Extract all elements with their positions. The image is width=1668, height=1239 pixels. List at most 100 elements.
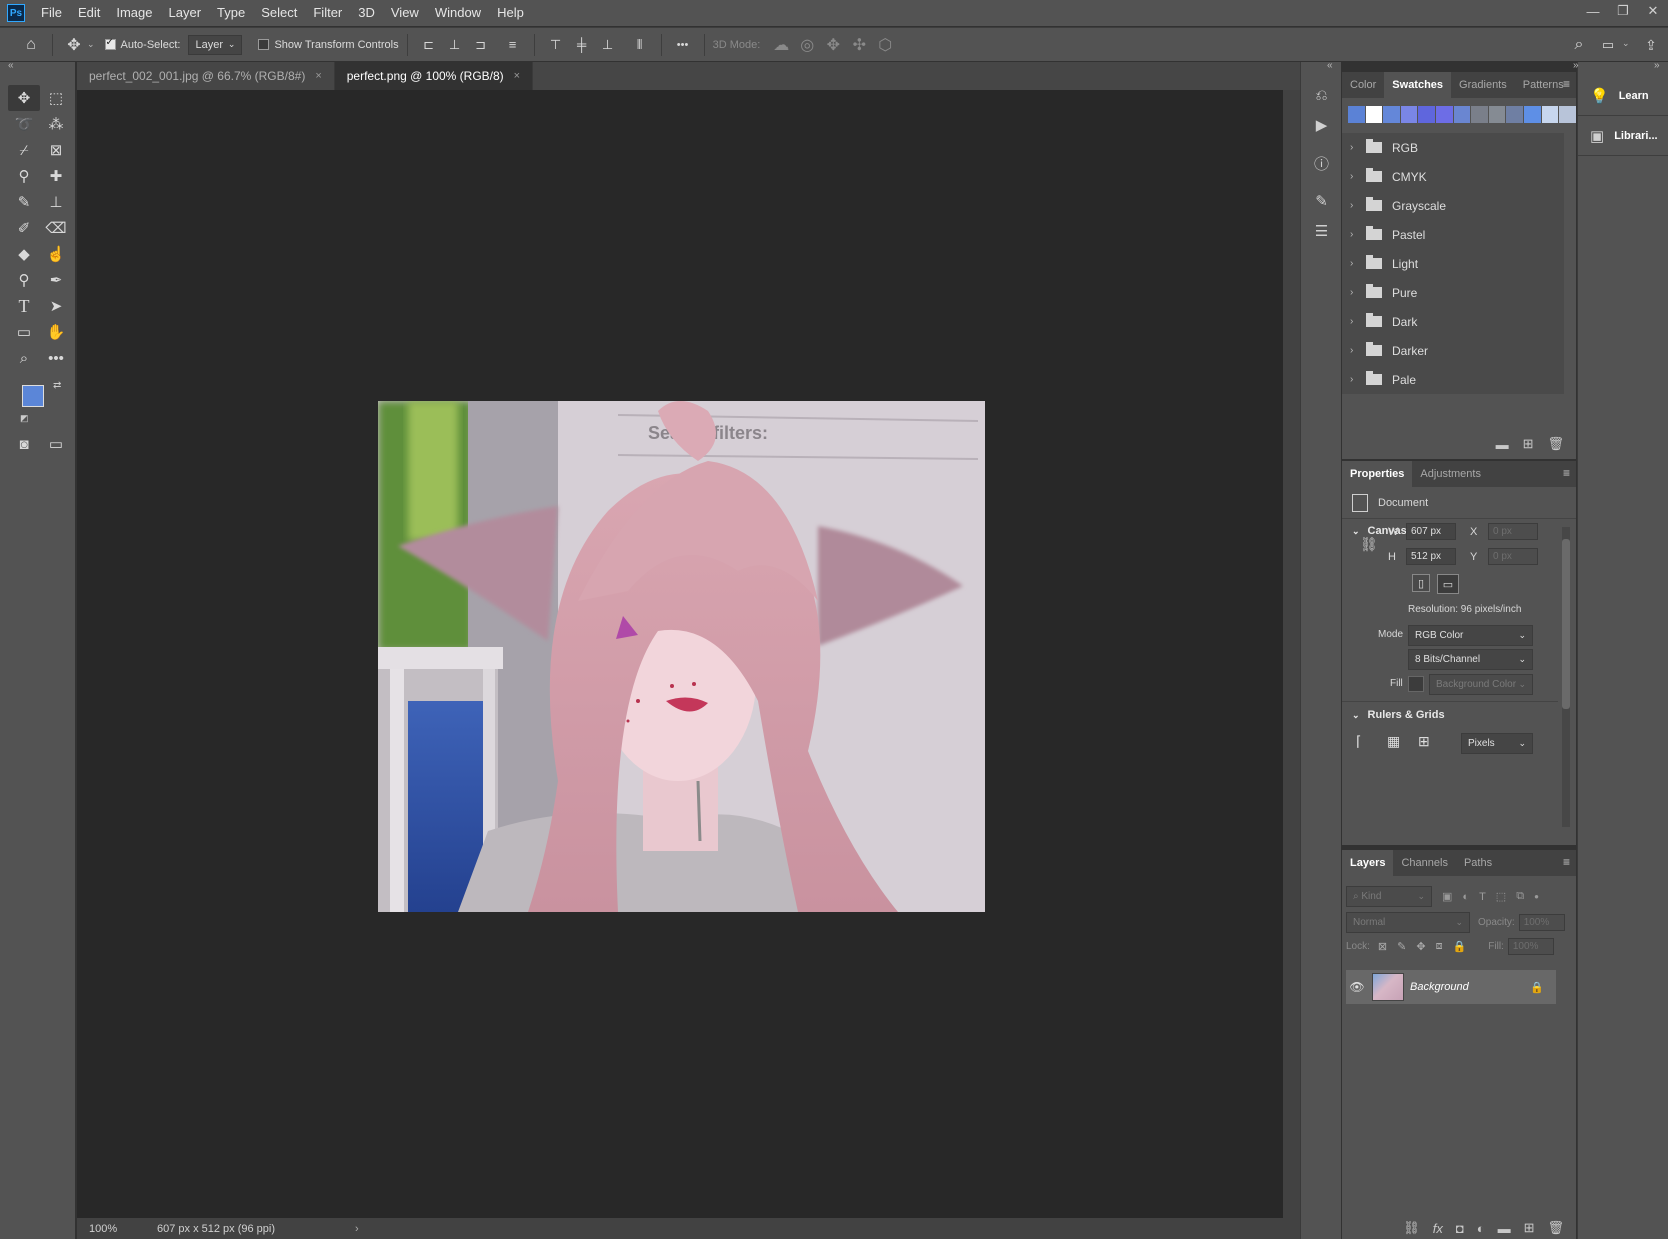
width-field[interactable]: 607 px — [1406, 523, 1456, 540]
color-swatch[interactable] — [1488, 106, 1506, 123]
minimize-button[interactable]: — — [1578, 0, 1608, 22]
vertical-scrollbar[interactable] — [1283, 90, 1300, 1218]
guides-icon[interactable]: ⊞ — [1418, 733, 1430, 750]
filter-shape-icon[interactable]: ⬚ — [1496, 890, 1506, 903]
quick-mask-icon[interactable]: ◙ — [8, 431, 40, 457]
color-swatch[interactable] — [1524, 106, 1541, 123]
add-mask-icon[interactable]: ◘ — [1456, 1221, 1464, 1236]
align-top-icon[interactable]: ⊤ — [543, 32, 569, 58]
close-tab-icon[interactable]: × — [514, 70, 520, 82]
tab-paths[interactable]: Paths — [1456, 850, 1500, 876]
layer-style-fx-icon[interactable]: fx — [1433, 1221, 1443, 1236]
delete-layer-icon[interactable]: 🗑 — [1547, 1220, 1564, 1236]
foreground-color-swatch[interactable] — [22, 385, 44, 407]
tab-adjustments[interactable]: Adjustments — [1412, 461, 1489, 487]
share-icon[interactable]: ⇪ — [1638, 32, 1664, 58]
expand-panels-icon[interactable]: « — [1327, 60, 1333, 71]
workspace-icon[interactable]: ▭ — [1595, 32, 1621, 58]
align-bottom-icon[interactable]: ⊥ — [595, 32, 621, 58]
menu-image[interactable]: Image — [108, 0, 160, 26]
3d-orbit-icon[interactable]: ☁ — [768, 32, 794, 58]
folder-pale[interactable]: › Pale — [1342, 365, 1564, 394]
folder-dark[interactable]: › Dark — [1342, 307, 1564, 336]
preset-chevron-down-icon[interactable]: ⌄ — [87, 39, 95, 50]
move-tool-preset-icon[interactable]: ✥ — [61, 32, 87, 58]
eyedropper-tool-icon[interactable]: ⚲ — [8, 163, 40, 189]
3d-roll-icon[interactable]: ◎ — [794, 32, 820, 58]
properties-scrollbar[interactable] — [1562, 527, 1570, 827]
layer-lock-icon[interactable]: 🔒 — [1530, 981, 1544, 994]
tab-gradients[interactable]: Gradients — [1451, 72, 1515, 98]
pen-tool-icon[interactable]: ✒ — [40, 267, 72, 293]
color-swatch[interactable] — [1453, 106, 1471, 123]
lasso-tool-icon[interactable]: ➰ — [8, 111, 40, 137]
bit-depth-dropdown[interactable]: 8 Bits/Channel ⌄ — [1408, 649, 1533, 670]
filter-type-icon[interactable]: T — [1479, 891, 1486, 903]
rulers-grids-section-header[interactable]: ⌄ Rulers & Grids — [1352, 709, 1445, 721]
hand-tool-icon[interactable]: ✋ — [40, 319, 72, 345]
clone-stamp-tool-icon[interactable]: ⊥ — [40, 189, 72, 215]
filter-pixel-icon[interactable]: ▣ — [1442, 890, 1452, 903]
new-group-icon[interactable]: ▬ — [1496, 437, 1509, 452]
new-layer-icon[interactable]: ⊞ — [1524, 1220, 1535, 1236]
move-tool-icon[interactable]: ✥ — [8, 85, 40, 111]
healing-brush-tool-icon[interactable]: ✚ — [40, 163, 72, 189]
search-icon[interactable]: ⌕ — [1566, 32, 1592, 58]
color-swatch[interactable] — [1471, 106, 1488, 123]
ruler-icon[interactable]: ⌈ — [1356, 733, 1361, 750]
tab-swatches[interactable]: Swatches — [1384, 72, 1452, 98]
link-dimensions-icon[interactable]: ⛓ — [1360, 536, 1378, 553]
filter-adjustment-icon[interactable]: ◐ — [1462, 891, 1469, 903]
panel-menu-icon[interactable]: ≡ — [1563, 466, 1570, 480]
folder-darker[interactable]: › Darker — [1342, 336, 1564, 365]
magic-wand-tool-icon[interactable]: ⁂ — [40, 111, 72, 137]
delete-icon[interactable]: 🗑 — [1547, 436, 1564, 452]
adjustments-sliders-icon[interactable]: ☰ — [1301, 216, 1342, 246]
close-window-button[interactable]: ✕ — [1638, 0, 1668, 22]
lock-all-icon[interactable]: 🔒 — [1453, 940, 1467, 953]
edit-toolbar-icon[interactable]: ••• — [40, 345, 72, 371]
folder-pastel[interactable]: › Pastel — [1342, 220, 1564, 249]
filter-smart-object-icon[interactable]: ⧉ — [1516, 890, 1524, 903]
learn-panel-button[interactable]: 💡 Learn — [1578, 76, 1668, 116]
collapse-toolbar-icon[interactable]: « — [8, 60, 14, 71]
close-tab-icon[interactable]: × — [315, 70, 321, 82]
folder-light[interactable]: › Light — [1342, 249, 1564, 278]
type-tool-icon[interactable]: T — [8, 293, 40, 319]
color-swatch[interactable] — [1418, 106, 1436, 123]
document-image[interactable]: Search filters: — [378, 401, 985, 912]
path-selection-tool-icon[interactable]: ➤ — [40, 293, 72, 319]
menu-help[interactable]: Help — [489, 0, 532, 26]
default-colors-icon[interactable]: ◩ — [20, 413, 29, 424]
zoom-level[interactable]: 100% — [77, 1223, 127, 1235]
height-field[interactable]: 512 px — [1406, 548, 1456, 565]
menu-view[interactable]: View — [383, 0, 427, 26]
folder-grayscale[interactable]: › Grayscale — [1342, 191, 1564, 220]
status-menu-chevron-icon[interactable]: › — [355, 1223, 359, 1235]
tab-properties[interactable]: Properties — [1342, 461, 1413, 487]
show-transform-controls-checkbox[interactable]: Show Transform Controls — [258, 39, 399, 51]
color-swatch[interactable] — [1541, 106, 1559, 123]
frame-tool-icon[interactable]: ⊠ — [40, 137, 72, 163]
menu-file[interactable]: File — [33, 0, 70, 26]
new-swatch-icon[interactable]: ⊞ — [1523, 436, 1534, 452]
menu-type[interactable]: Type — [209, 0, 253, 26]
distribute-vertical-icon[interactable]: ≡ — [500, 32, 526, 58]
panel-menu-icon[interactable]: ≡ — [1563, 77, 1570, 91]
adjustment-layer-icon[interactable]: ◐ — [1477, 1221, 1485, 1236]
color-swatch[interactable] — [1383, 106, 1400, 123]
maximize-button[interactable]: ❐ — [1608, 0, 1638, 22]
swap-colors-icon[interactable]: ⇄ — [53, 380, 61, 391]
folder-pure[interactable]: › Pure — [1342, 278, 1564, 307]
color-swatch[interactable] — [1559, 106, 1576, 123]
crop-tool-icon[interactable]: ⌿ — [8, 137, 40, 163]
layer-name[interactable]: Background — [1410, 981, 1530, 993]
tab-channels[interactable]: Channels — [1393, 850, 1455, 876]
actions-play-icon[interactable]: ▶ — [1301, 110, 1342, 140]
align-horizontal-center-icon[interactable]: ⊥ — [442, 32, 468, 58]
brush-tool-icon[interactable]: ✎ — [8, 189, 40, 215]
color-swatch[interactable] — [1506, 106, 1524, 123]
lock-pixels-icon[interactable]: ✎ — [1397, 940, 1406, 953]
align-right-icon[interactable]: ⊐ — [468, 32, 494, 58]
new-group-icon[interactable]: ▬ — [1498, 1221, 1511, 1236]
